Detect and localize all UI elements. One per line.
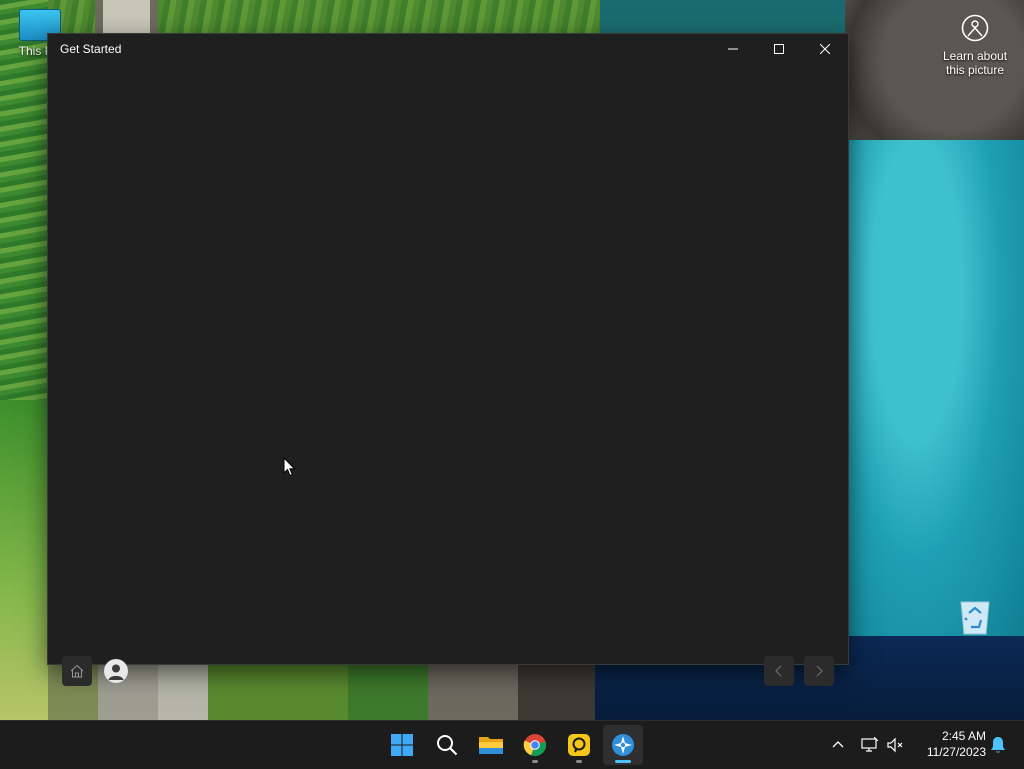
close-icon [820, 44, 830, 54]
speaker-muted-icon [887, 737, 903, 753]
network-button[interactable] [860, 733, 880, 757]
get-started-window: Get Started [48, 34, 848, 686]
search-button[interactable] [427, 725, 467, 765]
chevron-up-icon [832, 741, 844, 748]
start-button[interactable] [382, 725, 422, 765]
home-icon [70, 664, 84, 678]
file-explorer-button[interactable] [471, 725, 511, 765]
maximize-button[interactable] [756, 34, 802, 64]
clock-date: 11/27/2023 [926, 745, 986, 759]
clock[interactable]: 2:45 AM 11/27/2023 [910, 728, 986, 760]
person-icon [108, 664, 124, 680]
windows-logo-icon [391, 734, 413, 756]
yellow-app-button[interactable] [559, 725, 599, 765]
chrome-button[interactable] [515, 725, 555, 765]
account-avatar[interactable] [104, 659, 128, 683]
chrome-icon [523, 734, 547, 756]
get-started-icon [612, 734, 634, 756]
back-button[interactable] [764, 656, 794, 686]
bell-icon [991, 737, 1005, 753]
close-button[interactable] [802, 34, 848, 64]
home-button[interactable] [62, 656, 92, 686]
chevron-right-icon [816, 665, 823, 677]
next-button[interactable] [804, 656, 834, 686]
running-indicator [532, 760, 538, 763]
get-started-taskbar-button[interactable] [603, 725, 643, 765]
learn-picture-icon [961, 14, 989, 42]
taskbar: 2:45 AM 11/27/2023 [0, 720, 1024, 769]
desktop-icon-learn-about-picture[interactable]: Learn about this picture [935, 14, 1015, 77]
minimize-button[interactable] [710, 34, 756, 64]
chevron-left-icon [775, 665, 782, 677]
desktop-icon-label: Learn about this picture [942, 49, 1008, 77]
notifications-button[interactable] [988, 733, 1008, 757]
title-bar[interactable]: Get Started [48, 34, 848, 64]
folder-icon [479, 737, 503, 754]
maximize-icon [774, 44, 784, 54]
window-content [48, 64, 848, 686]
search-icon [437, 735, 458, 756]
network-icon [861, 737, 879, 752]
recycle-bin-icon[interactable] [955, 598, 995, 636]
clock-time: 2:45 AM [941, 729, 986, 743]
yellow-app-icon [568, 734, 590, 756]
active-indicator [615, 760, 631, 763]
mouse-cursor-icon [283, 457, 296, 477]
running-indicator [576, 760, 582, 763]
show-hidden-icons-button[interactable] [828, 733, 848, 757]
minimize-icon [728, 48, 738, 50]
volume-button[interactable] [886, 733, 906, 757]
window-title: Get Started [60, 42, 122, 56]
